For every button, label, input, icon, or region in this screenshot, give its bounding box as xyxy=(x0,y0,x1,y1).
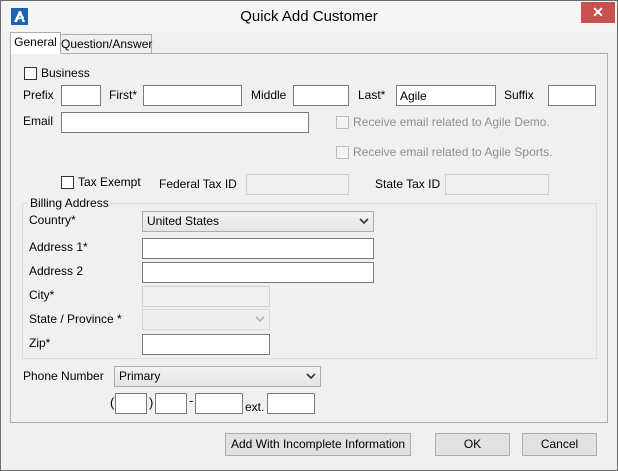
chevron-down-icon xyxy=(255,316,265,323)
zip-label: Zip* xyxy=(29,336,51,350)
phone-number-label: Phone Number xyxy=(23,369,104,383)
add-incomplete-button-label: Add With Incomplete Information xyxy=(230,437,406,451)
title-bar: Quick Add Customer ✕ xyxy=(1,1,617,32)
phone-close-paren: ) xyxy=(149,395,154,410)
tab-general[interactable]: General xyxy=(10,32,61,54)
last-name-field[interactable] xyxy=(396,85,496,106)
phone-type-select-value: Primary xyxy=(119,369,161,383)
state-tax-id-label: State Tax ID xyxy=(375,177,441,191)
tax-exempt-label: Tax Exempt xyxy=(78,175,141,189)
email-field[interactable] xyxy=(61,112,309,133)
federal-tax-id-label: Federal Tax ID xyxy=(159,177,237,191)
first-name-label: First* xyxy=(109,88,137,102)
phone-area-code-field[interactable] xyxy=(115,393,147,414)
email-demo-label: Receive email related to Agile Demo. xyxy=(353,115,550,129)
ok-button[interactable]: OK xyxy=(435,433,510,456)
phone-dash: - xyxy=(189,393,194,408)
city-field[interactable] xyxy=(142,286,270,307)
last-name-label: Last* xyxy=(358,88,386,102)
phone-extension-field[interactable] xyxy=(267,393,315,414)
address1-field[interactable] xyxy=(142,238,374,259)
state-province-label: State / Province * xyxy=(29,312,122,326)
cancel-button[interactable]: Cancel xyxy=(522,433,597,456)
window-title: Quick Add Customer xyxy=(240,8,378,25)
first-name-field[interactable] xyxy=(143,85,242,106)
phone-type-select[interactable]: Primary xyxy=(114,366,321,387)
country-label: Country* xyxy=(29,213,76,227)
add-incomplete-button[interactable]: Add With Incomplete Information xyxy=(225,433,411,456)
phone-open-paren: ( xyxy=(110,395,115,410)
zip-field[interactable] xyxy=(142,334,270,355)
business-label: Business xyxy=(41,66,90,80)
quick-add-customer-dialog: Quick Add Customer ✕ General Question/An… xyxy=(0,0,618,471)
close-button[interactable]: ✕ xyxy=(581,2,615,23)
phone-ext-label: ext. xyxy=(245,400,265,414)
phone-prefix-field[interactable] xyxy=(155,393,187,414)
state-tax-id-field[interactable] xyxy=(445,174,549,195)
address1-label: Address 1* xyxy=(29,240,88,254)
tab-general-label: General xyxy=(14,35,57,49)
suffix-field[interactable] xyxy=(548,85,596,106)
suffix-label: Suffix xyxy=(504,88,534,102)
federal-tax-id-field[interactable] xyxy=(246,174,349,195)
email-demo-checkbox[interactable] xyxy=(336,116,349,129)
cancel-button-label: Cancel xyxy=(540,437,579,451)
chevron-down-icon xyxy=(306,373,316,380)
prefix-field[interactable] xyxy=(61,85,101,106)
email-sports-label: Receive email related to Agile Sports. xyxy=(353,145,553,159)
address2-field[interactable] xyxy=(142,262,374,283)
chevron-down-icon xyxy=(359,218,369,225)
email-sports-checkbox[interactable] xyxy=(336,146,349,159)
country-select-value: United States xyxy=(147,214,220,228)
state-province-select[interactable] xyxy=(142,309,270,330)
middle-name-label: Middle xyxy=(251,88,287,102)
phone-line-number-field[interactable] xyxy=(195,393,243,414)
address2-label: Address 2 xyxy=(29,264,84,278)
middle-name-field[interactable] xyxy=(293,85,349,106)
country-select[interactable]: United States xyxy=(142,211,374,232)
city-label: City* xyxy=(29,288,55,302)
tax-exempt-checkbox[interactable] xyxy=(61,176,74,189)
email-label: Email xyxy=(23,114,54,128)
prefix-label: Prefix xyxy=(23,88,54,102)
tab-question-answer[interactable]: Question/Answer xyxy=(60,34,152,54)
business-checkbox[interactable] xyxy=(24,67,37,80)
ok-button-label: OK xyxy=(463,437,482,451)
tab-question-answer-label: Question/Answer xyxy=(61,37,153,51)
billing-address-title: Billing Address xyxy=(28,196,111,210)
close-icon: ✕ xyxy=(592,4,604,20)
